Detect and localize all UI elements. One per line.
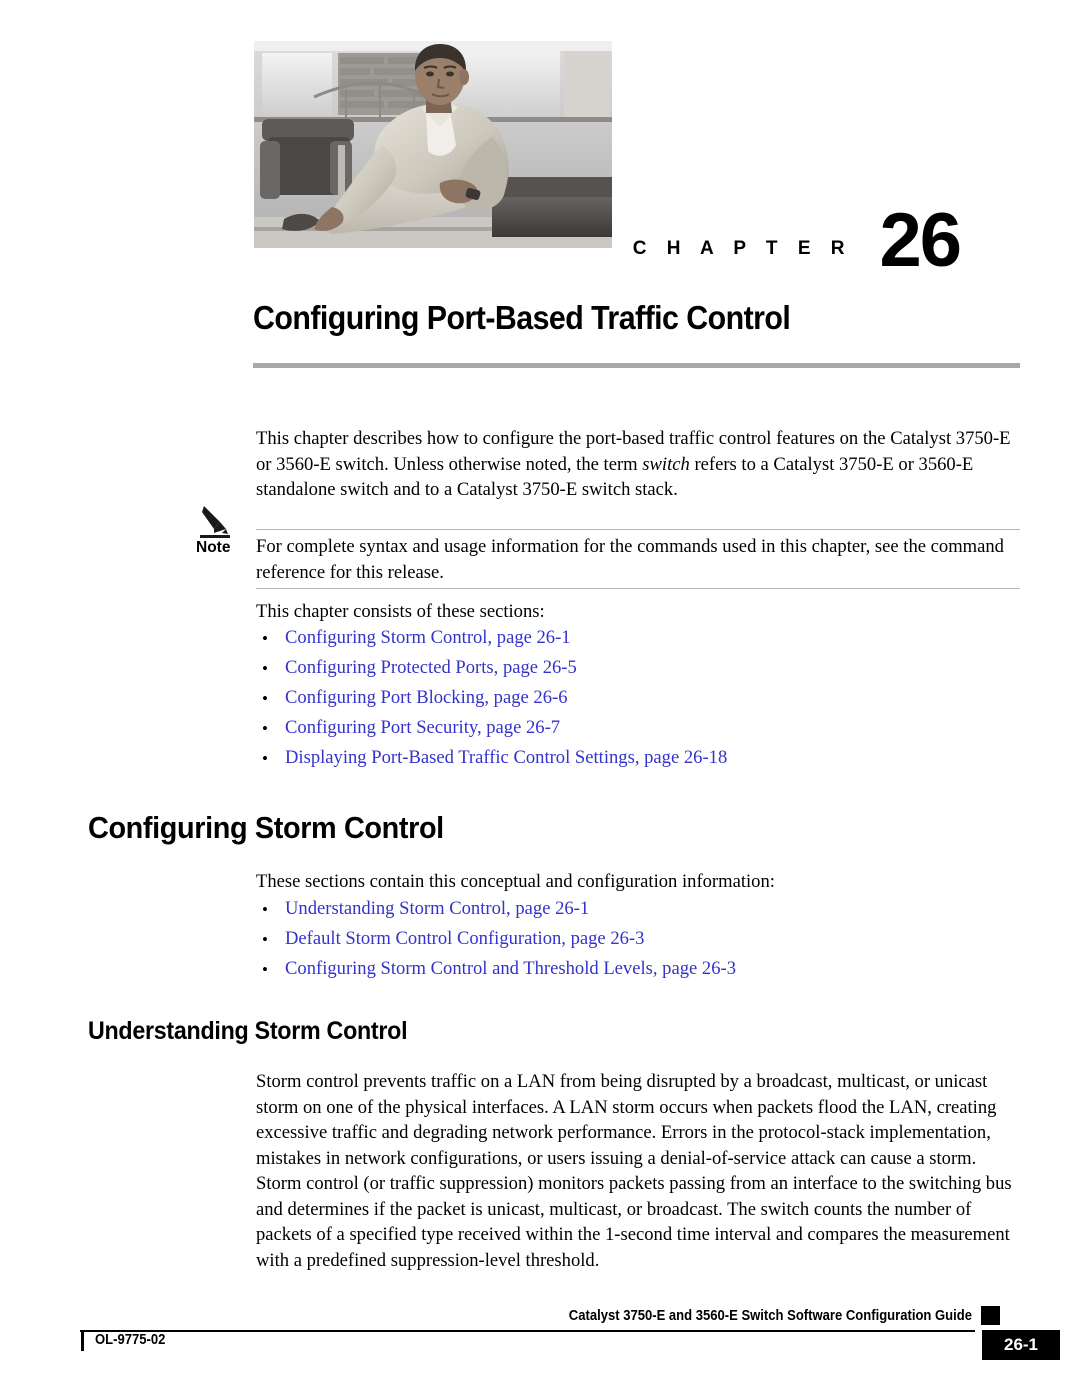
section-link[interactable]: Understanding Storm Control, page 26-1: [285, 898, 589, 919]
section-link[interactable]: Configuring Port Security, page 26-7: [285, 717, 560, 738]
bullet-icon: •: [262, 749, 268, 768]
intro-paragraph: This chapter describes how to configure …: [256, 426, 1020, 503]
footer-square-marker: [981, 1306, 1000, 1325]
footer-left-marker: [81, 1332, 84, 1351]
footer-guide-title: Catalyst 3750-E and 3560-E Switch Softwa…: [568, 1308, 972, 1324]
title-divider: [253, 363, 1020, 368]
section-link[interactable]: Default Storm Control Configuration, pag…: [285, 928, 644, 949]
bullet-icon: •: [262, 659, 268, 678]
section-link[interactable]: Configuring Protected Ports, page 26-5: [285, 657, 577, 678]
storm-control-sections-list: • Understanding Storm Control, page 26-1…: [260, 899, 1020, 989]
intro-text-italic: switch: [642, 453, 690, 475]
list-item[interactable]: • Displaying Port-Based Traffic Control …: [260, 747, 1020, 769]
note-divider-top: [256, 529, 1020, 530]
bullet-icon: •: [262, 629, 268, 648]
chapter-opener: C H A P T E R 26: [0, 0, 1080, 279]
page-title: Configuring Port-Based Traffic Control: [253, 299, 791, 336]
list-item[interactable]: • Configuring Protected Ports, page 26-5: [260, 657, 1020, 679]
footer-document-id: OL-9775-02: [95, 1332, 166, 1348]
understanding-paragraph-2: Storm control (or traffic suppression) m…: [256, 1173, 1012, 1271]
bullet-icon: •: [262, 930, 268, 949]
note-label: Note: [196, 539, 231, 556]
chapter-label: C H A P T E R 26: [633, 196, 962, 279]
note-text: For complete syntax and usage informatio…: [256, 536, 1004, 583]
footer-page-number: 26-1: [982, 1330, 1060, 1360]
list-item[interactable]: • Configuring Storm Control, page 26-1: [260, 627, 1020, 649]
understanding-paragraph-1: Storm control prevents traffic on a LAN …: [256, 1071, 997, 1169]
bullet-icon: •: [262, 960, 268, 979]
section-link[interactable]: Configuring Storm Control and Threshold …: [285, 958, 736, 979]
sections-lead: This chapter consists of these sections:: [256, 601, 545, 622]
section-link[interactable]: Displaying Port-Based Traffic Control Se…: [285, 747, 727, 768]
storm-control-lead: These sections contain this conceptual a…: [256, 871, 775, 892]
heading-understanding-storm-control: Understanding Storm Control: [88, 1017, 408, 1045]
note-divider-bottom: [256, 588, 1020, 589]
section-link[interactable]: Configuring Port Blocking, page 26-6: [285, 687, 568, 708]
chapter-opener-photo: [254, 41, 612, 248]
list-item[interactable]: • Configuring Port Blocking, page 26-6: [260, 687, 1020, 709]
bullet-icon: •: [262, 719, 268, 738]
page-footer: Catalyst 3750-E and 3560-E Switch Softwa…: [0, 1300, 1080, 1370]
list-item[interactable]: • Configuring Port Security, page 26-7: [260, 717, 1020, 739]
pencil-icon: [200, 503, 244, 539]
list-item[interactable]: • Default Storm Control Configuration, p…: [260, 928, 1020, 950]
chapter-sections-list: • Configuring Storm Control, page 26-1 •…: [260, 628, 1020, 778]
chapter-number: 26: [879, 198, 962, 283]
list-item[interactable]: • Understanding Storm Control, page 26-1: [260, 898, 1020, 920]
heading-configuring-storm-control: Configuring Storm Control: [88, 810, 444, 845]
section-link[interactable]: Configuring Storm Control, page 26-1: [285, 627, 571, 648]
chapter-word: C H A P T E R: [632, 238, 852, 259]
list-item[interactable]: • Configuring Storm Control and Threshol…: [260, 958, 1020, 980]
bullet-icon: •: [262, 900, 268, 919]
footer-divider: [80, 1330, 975, 1332]
bullet-icon: •: [262, 689, 268, 708]
